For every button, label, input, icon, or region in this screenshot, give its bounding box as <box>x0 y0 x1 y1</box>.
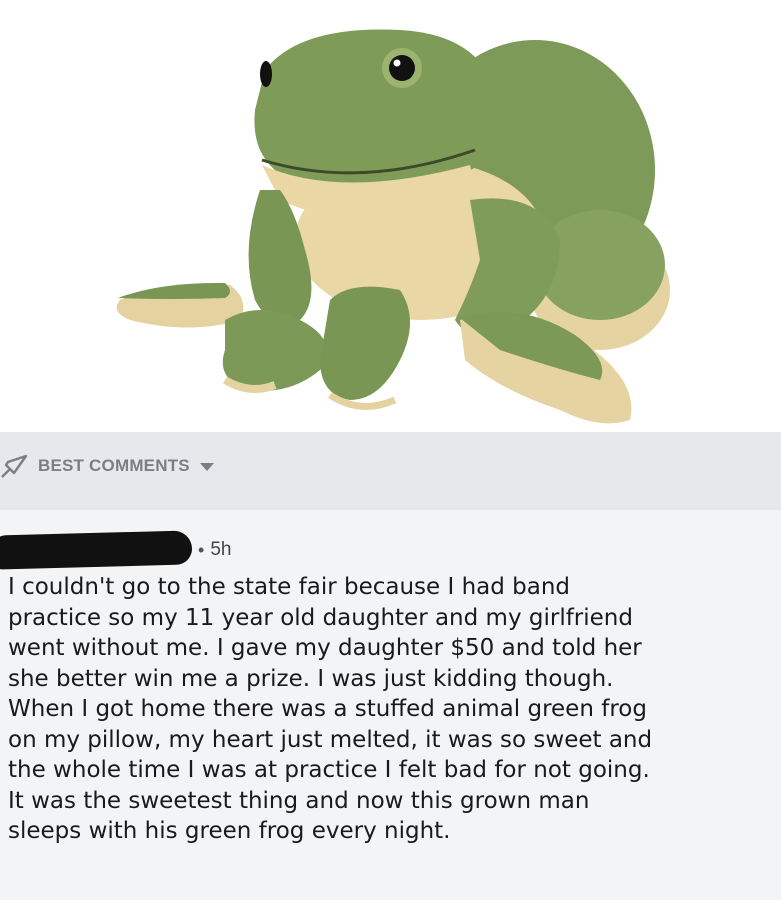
caret-down-icon[interactable] <box>199 463 214 471</box>
rocket-icon <box>0 453 30 479</box>
redacted-author-name <box>0 530 193 570</box>
sort-label[interactable]: BEST COMMENTS <box>38 456 190 476</box>
comment-line: sleeps with his green frog every night. <box>8 818 451 844</box>
comment: • 5h I couldn't go to the state fair bec… <box>0 510 781 900</box>
comment-line: on my pillow, my heart just melted, it w… <box>8 726 653 753</box>
frog-plush-illustration <box>116 29 670 424</box>
comment-line: When I got home there was a stuffed anim… <box>8 696 647 722</box>
comment-body: I couldn't go to the state fair because … <box>8 572 778 847</box>
comment-line: she better win me a prize. I was just ki… <box>8 665 614 692</box>
post-image[interactable] <box>0 0 781 432</box>
comment-timestamp: 5h <box>210 539 232 560</box>
comment-line: went without me. I gave my daughter $50 … <box>8 635 642 661</box>
best-comments-bar[interactable]: BEST COMMENTS <box>0 432 781 510</box>
comment-meta: • 5h <box>0 530 231 570</box>
meta-separator: • <box>198 539 205 560</box>
comment-line: practice so my 11 year old daughter and … <box>8 604 633 631</box>
comment-line: I couldn't go to the state fair because … <box>8 574 571 600</box>
comment-line: It was the sweetest thing and now this g… <box>8 787 590 814</box>
comment-line: the whole time I was at practice I felt … <box>8 757 650 783</box>
